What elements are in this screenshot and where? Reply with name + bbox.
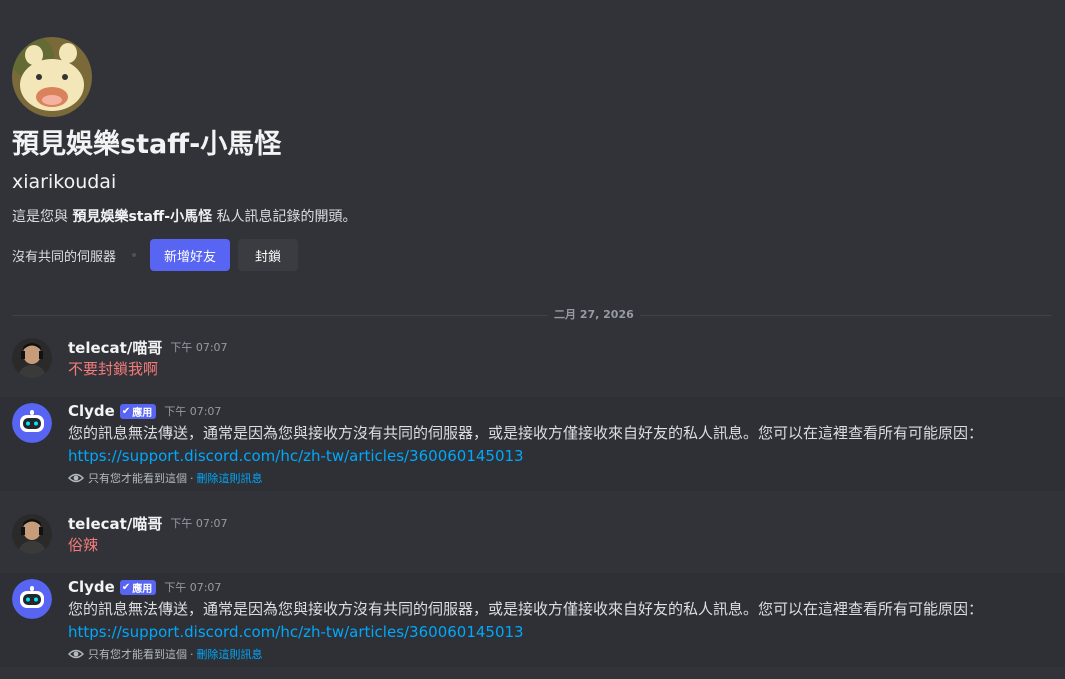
message-content: 俗辣: [68, 536, 99, 554]
app-tag: ✔ 應用: [119, 579, 157, 595]
message-body: Clyde ✔ 應用 下午 07:07 您的訊息無法傳送，通常是因為您與接收方沒…: [68, 576, 1053, 662]
app-tag-label: 應用: [132, 583, 153, 595]
date-divider-label: 二月 27, 2026: [548, 307, 640, 323]
intro-prefix: 這是您與: [12, 209, 68, 225]
eye-icon: [68, 646, 84, 662]
support-link[interactable]: https://support.discord.com/hc/zh-tw/art…: [68, 620, 524, 644]
message-content: 您的訊息無法傳送，通常是因為您與接收方沒有共同的伺服器，或是接收方僅接收來自好友…: [68, 424, 984, 442]
profile-username: xiarikoudai: [12, 171, 117, 193]
checkmark-icon: ✔: [121, 581, 131, 593]
message-author[interactable]: Clyde: [68, 402, 115, 420]
ephemeral-notice: 只有您才能看到這個 · 刪除這則訊息: [68, 646, 1053, 662]
no-mutual-servers: 沒有共同的伺服器: [12, 249, 117, 265]
ephemeral-notice: 只有您才能看到這個 · 刪除這則訊息: [68, 470, 1053, 486]
ephemeral-note: 只有您才能看到這個: [88, 648, 187, 661]
support-link[interactable]: https://support.discord.com/hc/zh-tw/art…: [68, 444, 524, 468]
message-body: telecat/喵哥 下午 07:07 俗辣: [68, 512, 1053, 556]
ephemeral-separator: ·: [190, 647, 194, 661]
dm-intro: 預見娛樂staff-小馬怪 xiarikoudai 這是您與 預見娛樂staff…: [12, 37, 1052, 271]
profile-display-name: 預見娛樂staff-小馬怪: [12, 129, 282, 160]
message-timestamp: 下午 07:07: [170, 341, 228, 354]
message-author[interactable]: telecat/喵哥: [68, 337, 162, 358]
dm-intro-description: 這是您與 預見娛樂staff-小馬怪 私人訊息記錄的開頭。: [12, 207, 1052, 227]
user-avatar[interactable]: [12, 338, 52, 378]
message-author[interactable]: telecat/喵哥: [68, 513, 162, 534]
message-header: Clyde ✔ 應用 下午 07:07: [68, 400, 1053, 422]
add-friend-button[interactable]: 新增好友: [150, 239, 231, 271]
intro-actions: 沒有共同的伺服器 新增好友 封鎖: [12, 239, 1052, 271]
clyde-avatar[interactable]: [12, 403, 52, 443]
separator-dot: [132, 253, 137, 257]
system-message-item[interactable]: Clyde ✔ 應用 下午 07:07 您的訊息無法傳送，通常是因為您與接收方沒…: [0, 397, 1065, 491]
block-button[interactable]: 封鎖: [238, 239, 299, 271]
intro-suffix: 私人訊息記錄的開頭。: [216, 209, 357, 225]
eye-icon: [68, 470, 84, 486]
message-body: telecat/喵哥 下午 07:07 不要封鎖我啊: [68, 336, 1053, 380]
message-header: telecat/喵哥 下午 07:07: [68, 512, 1053, 534]
message-timestamp: 下午 07:07: [170, 517, 228, 530]
app-tag: ✔ 應用: [119, 403, 157, 419]
clyde-avatar[interactable]: [12, 579, 52, 619]
ephemeral-note: 只有您才能看到這個: [88, 472, 187, 485]
ephemeral-separator: ·: [190, 471, 194, 485]
user-avatar[interactable]: [12, 514, 52, 554]
message-header: Clyde ✔ 應用 下午 07:07: [68, 576, 1053, 598]
date-divider: [12, 315, 1052, 316]
profile-avatar[interactable]: [12, 37, 92, 117]
checkmark-icon: ✔: [121, 405, 131, 417]
message-timestamp: 下午 07:07: [164, 581, 222, 594]
intro-name: 預見娛樂staff-小馬怪: [72, 209, 213, 225]
system-message-item[interactable]: Clyde ✔ 應用 下午 07:07 您的訊息無法傳送，通常是因為您與接收方沒…: [0, 573, 1065, 667]
message-item[interactable]: telecat/喵哥 下午 07:07 不要封鎖我啊: [0, 334, 1065, 382]
dismiss-message-link[interactable]: 刪除這則訊息: [197, 470, 263, 486]
message-author[interactable]: Clyde: [68, 578, 115, 596]
dm-channel: 預見娛樂staff-小馬怪 xiarikoudai 這是您與 預見娛樂staff…: [0, 0, 1065, 679]
message-item[interactable]: telecat/喵哥 下午 07:07 俗辣: [0, 510, 1065, 558]
dismiss-message-link[interactable]: 刪除這則訊息: [197, 646, 263, 662]
app-tag-label: 應用: [132, 407, 153, 419]
message-content: 不要封鎖我啊: [68, 360, 159, 378]
message-body: Clyde ✔ 應用 下午 07:07 您的訊息無法傳送，通常是因為您與接收方沒…: [68, 400, 1053, 486]
message-timestamp: 下午 07:07: [164, 405, 222, 418]
message-content: 您的訊息無法傳送，通常是因為您與接收方沒有共同的伺服器，或是接收方僅接收來自好友…: [68, 600, 984, 618]
message-header: telecat/喵哥 下午 07:07: [68, 336, 1053, 358]
